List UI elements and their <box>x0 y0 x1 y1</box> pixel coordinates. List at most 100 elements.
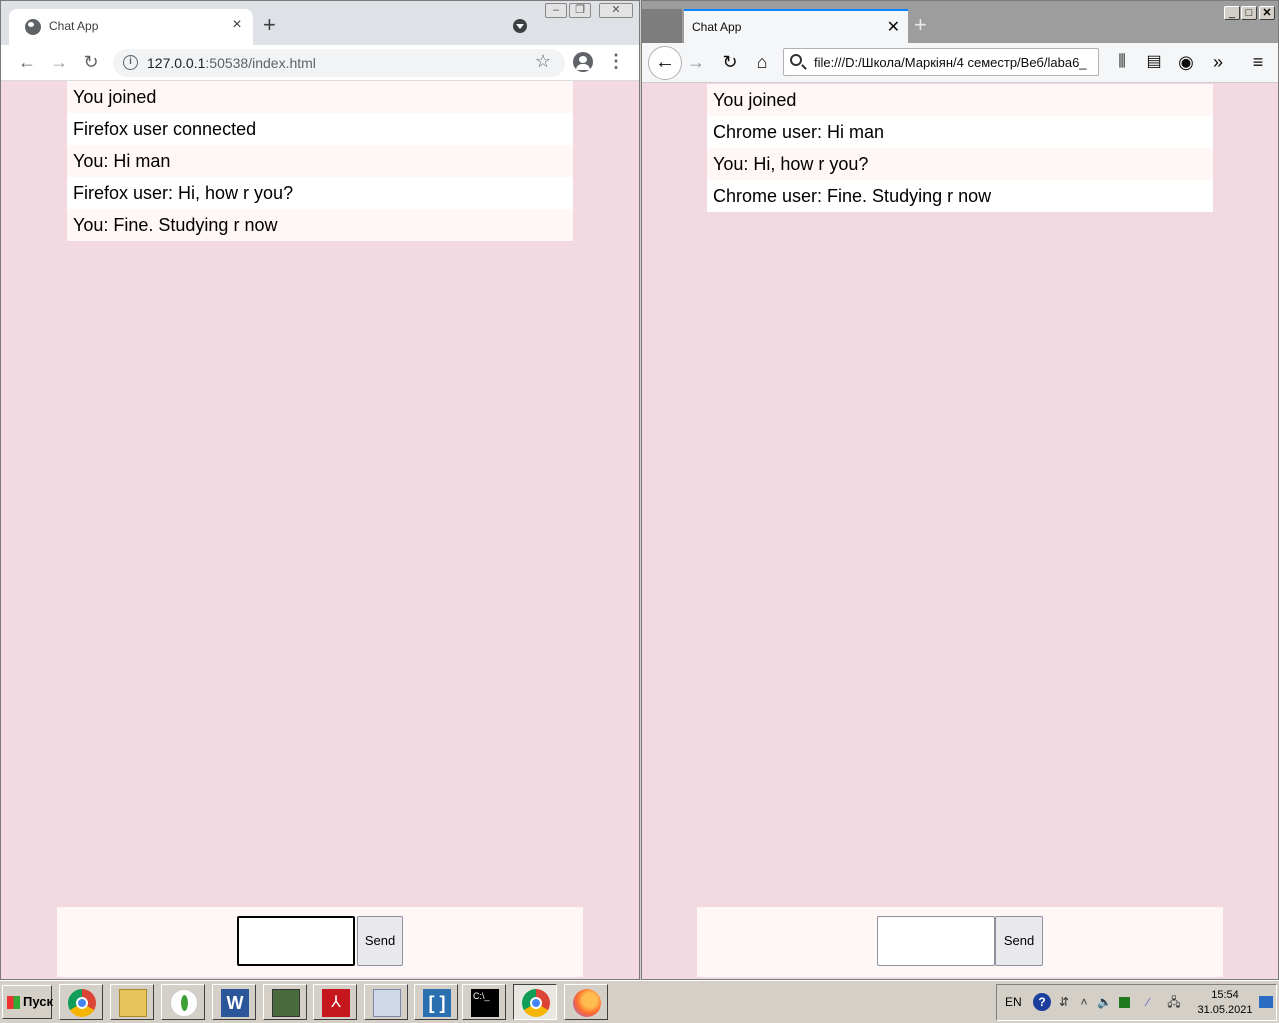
send-button[interactable]: Send <box>995 916 1043 966</box>
account-icon[interactable]: ◉ <box>1174 50 1198 74</box>
message-item: You: Fine. Studying r now <box>67 209 573 241</box>
message-list: You joined Firefox user connected You: H… <box>67 81 573 241</box>
network-icon[interactable]: 🖧 <box>1167 995 1181 1009</box>
taskbar-chrome-active[interactable] <box>513 984 557 1020</box>
back-arrow-icon[interactable]: ← <box>648 46 682 80</box>
new-tab-button[interactable]: + <box>263 14 276 36</box>
file-manager-icon <box>119 989 147 1017</box>
forward-arrow-icon[interactable]: → <box>47 50 71 74</box>
send-button[interactable]: Send <box>357 916 403 966</box>
close-window-button[interactable]: ✕ <box>599 3 633 18</box>
minimize-button[interactable]: – <box>545 3 567 18</box>
chrome-icon <box>522 989 550 1017</box>
address-bar[interactable]: i 127.0.0.1:50538/index.html ☆ <box>113 49 565 77</box>
windows-logo-icon <box>7 996 20 1009</box>
new-tab-button[interactable]: + <box>914 12 927 38</box>
chrome-tab-strip: Chat App × + – ❐ ✕ <box>1 1 639 45</box>
brackets-icon: [ ] <box>423 989 451 1017</box>
firefox-tab-chat-app[interactable]: Chat App ✕ <box>684 9 908 43</box>
start-button[interactable]: Пуск <box>2 985 53 1019</box>
reload-icon[interactable]: ↻ <box>718 50 742 74</box>
minimize-button[interactable]: _ <box>1224 6 1240 20</box>
system-tray: EN ? ⇵ ˄ 🔈 ∕ 🖧 15:54 31.05.2021 <box>996 984 1277 1021</box>
pen-icon[interactable]: ∕ <box>1141 995 1155 1009</box>
help-icon[interactable]: ? <box>1033 993 1051 1011</box>
search-icon <box>790 54 802 66</box>
chrome-icon <box>68 989 96 1017</box>
message-item: Chrome user: Fine. Studying r now <box>707 180 1213 212</box>
hamburger-menu-icon[interactable]: ≡ <box>1246 50 1270 74</box>
clock-time: 15:54 <box>1211 989 1239 1001</box>
calculator-icon <box>373 989 401 1017</box>
kebab-menu-icon[interactable]: ⋮ <box>607 51 625 72</box>
message-item: Chrome user: Hi man <box>707 116 1213 148</box>
clock-date: 31.05.2021 <box>1197 1004 1253 1016</box>
sidebar-icon[interactable]: ▤ <box>1142 50 1166 74</box>
mongodb-icon <box>170 989 198 1017</box>
library-icon[interactable]: ⫼ <box>1110 50 1134 74</box>
message-item: Firefox user connected <box>67 113 573 145</box>
keyboard-layout-icon[interactable]: ⇵ <box>1057 995 1071 1009</box>
taskbar-acrobat[interactable]: ⅄ <box>313 984 357 1020</box>
tab-title: Chat App <box>692 20 742 34</box>
activity-monitor-icon[interactable] <box>1119 997 1130 1008</box>
close-window-button[interactable]: ✕ <box>1259 6 1275 20</box>
profile-avatar-icon[interactable] <box>573 52 593 72</box>
message-form: Send <box>697 907 1223 977</box>
url-text[interactable]: file:///D:/Школа/Маркіян/4 семестр/Веб/l… <box>814 55 1087 70</box>
firefox-icon <box>573 989 601 1017</box>
show-hidden-icons-chevron-icon[interactable]: ˄ <box>1077 995 1091 1009</box>
taskbar-calculator[interactable] <box>364 984 408 1020</box>
message-list: You joined Chrome user: Hi man You: Hi, … <box>707 84 1213 212</box>
acrobat-icon: ⅄ <box>322 989 350 1017</box>
firefox-tab-strip: Chat App ✕ + _ □ ✕ <box>642 1 1278 43</box>
terminal-icon: C:\_ <box>471 989 499 1017</box>
url-host: 127.0.0.1 <box>147 55 206 71</box>
taskbar-chrome[interactable] <box>59 984 103 1020</box>
back-arrow-icon[interactable]: ← <box>15 50 39 74</box>
taskbar-mongodb[interactable] <box>161 984 205 1020</box>
firefox-window: Chat App ✕ + _ □ ✕ → ↻ ⌂ ⫼ ▤ ◉ » ≡ ← fil… <box>641 0 1279 980</box>
tab-title: Chat App <box>49 19 99 33</box>
language-indicator[interactable]: EN <box>1005 995 1022 1009</box>
message-item: You joined <box>67 81 573 113</box>
start-label: Пуск <box>23 994 53 1009</box>
bookmark-star-icon[interactable]: ☆ <box>535 51 551 72</box>
clock[interactable]: 15:54 31.05.2021 <box>1197 988 1253 1018</box>
restore-button[interactable]: ❐ <box>569 3 591 18</box>
home-icon[interactable]: ⌂ <box>750 50 774 74</box>
taskbar: Пуск W ⅄ [ ] C:\_ EN ? ⇵ ˄ 🔈 ∕ 🖧 15:54 3… <box>0 980 1279 1023</box>
taskbar-terminal[interactable]: C:\_ <box>462 984 506 1020</box>
message-item: You joined <box>707 84 1213 116</box>
word-icon: W <box>221 989 249 1017</box>
reload-icon[interactable]: ↻ <box>79 50 103 74</box>
chrome-tab-chat-app[interactable]: Chat App × <box>9 9 253 45</box>
taskbar-system-monitor[interactable] <box>263 984 307 1020</box>
site-info-icon[interactable]: i <box>123 55 138 70</box>
tab-overflow-area <box>642 9 682 43</box>
chrome-window: Chat App × + – ❐ ✕ ← → ↻ i 127.0.0.1:505… <box>0 0 640 980</box>
message-item: You: Hi, how r you? <box>707 148 1213 180</box>
taskbar-file-manager[interactable] <box>110 984 154 1020</box>
url-path: :50538/index.html <box>205 55 316 71</box>
volume-icon[interactable]: 🔈 <box>1097 995 1112 1009</box>
message-input[interactable] <box>237 916 355 966</box>
system-monitor-icon <box>272 989 300 1017</box>
forward-arrow-icon[interactable]: → <box>684 50 708 74</box>
message-item: You: Hi man <box>67 145 573 177</box>
maximize-button[interactable]: □ <box>1241 6 1257 20</box>
show-desktop-icon[interactable] <box>1259 996 1273 1008</box>
message-input[interactable] <box>877 916 995 966</box>
taskbar-brackets[interactable]: [ ] <box>414 984 458 1020</box>
taskbar-firefox[interactable] <box>564 984 608 1020</box>
message-item: Firefox user: Hi, how r you? <box>67 177 573 209</box>
url-text[interactable]: 127.0.0.1:50538/index.html <box>147 55 316 71</box>
overflow-chevron-icon[interactable]: » <box>1206 50 1230 74</box>
globe-icon <box>25 19 41 35</box>
message-form: Send <box>57 907 583 977</box>
close-tab-icon[interactable]: ✕ <box>887 17 900 37</box>
address-bar[interactable]: file:///D:/Школа/Маркіян/4 семестр/Веб/l… <box>783 48 1099 76</box>
tab-search-icon[interactable] <box>513 19 527 33</box>
close-tab-icon[interactable]: × <box>229 17 245 33</box>
taskbar-word[interactable]: W <box>212 984 256 1020</box>
